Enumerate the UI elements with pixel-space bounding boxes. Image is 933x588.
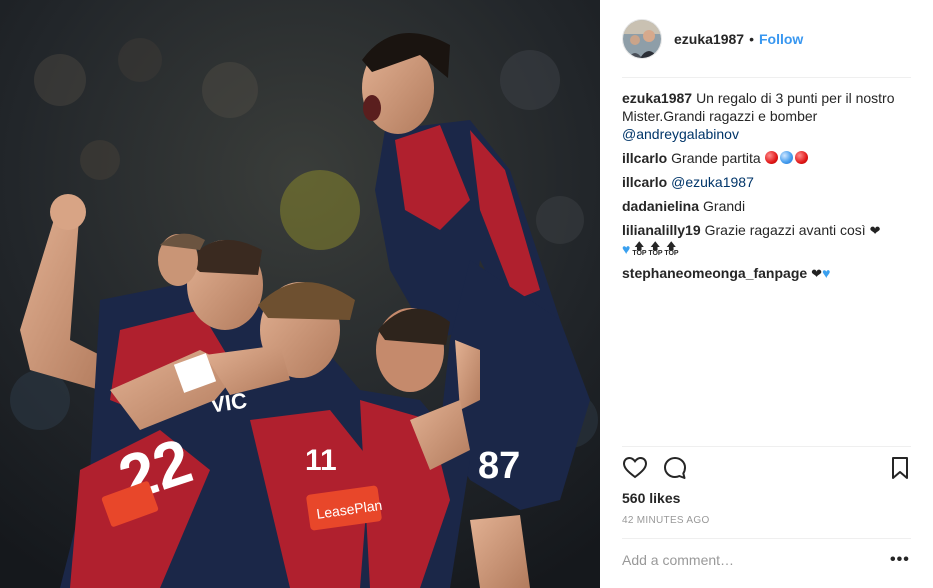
save-button[interactable] (887, 455, 913, 481)
actions-divider (622, 446, 911, 447)
avatar-image (623, 20, 661, 58)
comment-username[interactable]: illcarlo (622, 174, 667, 190)
red-circle-icon (764, 151, 778, 164)
list-item: illcarlo Grande partita (622, 149, 906, 167)
header-separator: • (749, 31, 754, 47)
top-label: TOP (648, 250, 663, 257)
black-heart-icon: ❤ (869, 223, 881, 238)
blue-heart-icon: ♥ (622, 241, 631, 257)
top-arrow-icon: 🡅 TOP (648, 241, 663, 258)
add-comment-input[interactable]: Add a comment… (622, 552, 872, 568)
caption: ezuka1987 Un regalo di 3 punti per il nos… (622, 89, 906, 143)
comment-username[interactable]: stephaneomeonga_fanpage (622, 265, 807, 281)
top-label: TOP (664, 250, 679, 257)
heart-outline-icon (622, 456, 648, 479)
comment-username[interactable]: lilianalilly19 (622, 222, 701, 238)
list-item: illcarlo @ezuka1987 (622, 173, 906, 191)
speech-bubble-icon (664, 457, 686, 479)
comment-username[interactable]: dadanielina (622, 198, 699, 214)
follow-button[interactable]: Follow (759, 31, 803, 47)
red-circle-icon (794, 151, 808, 164)
top-arrow-icon: 🡅 TOP (632, 241, 647, 258)
caption-username[interactable]: ezuka1987 (622, 90, 692, 106)
top-label: TOP (632, 250, 647, 257)
like-button[interactable] (622, 455, 648, 481)
comment-button[interactable] (662, 455, 688, 481)
more-options-button[interactable]: ••• (890, 552, 910, 568)
action-bar (622, 455, 911, 483)
celebration-photo: 87 22 VIC 11 LeasePlan (0, 0, 600, 588)
comment-text: Grazie ragazzi avanti così (704, 222, 866, 238)
blue-heart-icon: ♥ (822, 265, 831, 281)
list-item: dadanielina Grandi (622, 197, 906, 215)
like-count[interactable]: 560 likes (622, 490, 680, 506)
post-header: ezuka1987 • Follow (622, 16, 911, 62)
comment-text: Grande partita (671, 150, 761, 166)
caption-mention[interactable]: @andreygalabinov (622, 126, 739, 142)
black-heart-icon: ❤ (811, 266, 823, 281)
shirt-number-87: 87 (478, 445, 520, 487)
list-item: stephaneomeonga_fanpage ❤♥ (622, 264, 906, 283)
header-divider (622, 77, 911, 78)
comment-text: Grandi (703, 198, 746, 214)
comments-list: ezuka1987 Un regalo di 3 punti per il nos… (622, 89, 906, 289)
bookmark-icon (892, 457, 908, 479)
top-arrow-icon: 🡅 TOP (664, 241, 679, 258)
blue-circle-icon (779, 151, 793, 164)
comment-divider (622, 538, 911, 539)
post-side-panel: ezuka1987 • Follow ezuka1987 Un regalo di… (600, 0, 933, 588)
post-photo[interactable]: 87 22 VIC 11 LeasePlan (0, 0, 600, 588)
shirt-number-11: 11 (305, 444, 337, 477)
comment-username[interactable]: illcarlo (622, 150, 667, 166)
list-item: lilianalilly19 Grazie ragazzi avanti così… (622, 221, 906, 258)
timestamp[interactable]: 42 minutes ago (622, 515, 710, 526)
comment-mention[interactable]: @ezuka1987 (671, 174, 754, 190)
header-username[interactable]: ezuka1987 (674, 31, 744, 47)
avatar[interactable] (622, 19, 662, 59)
